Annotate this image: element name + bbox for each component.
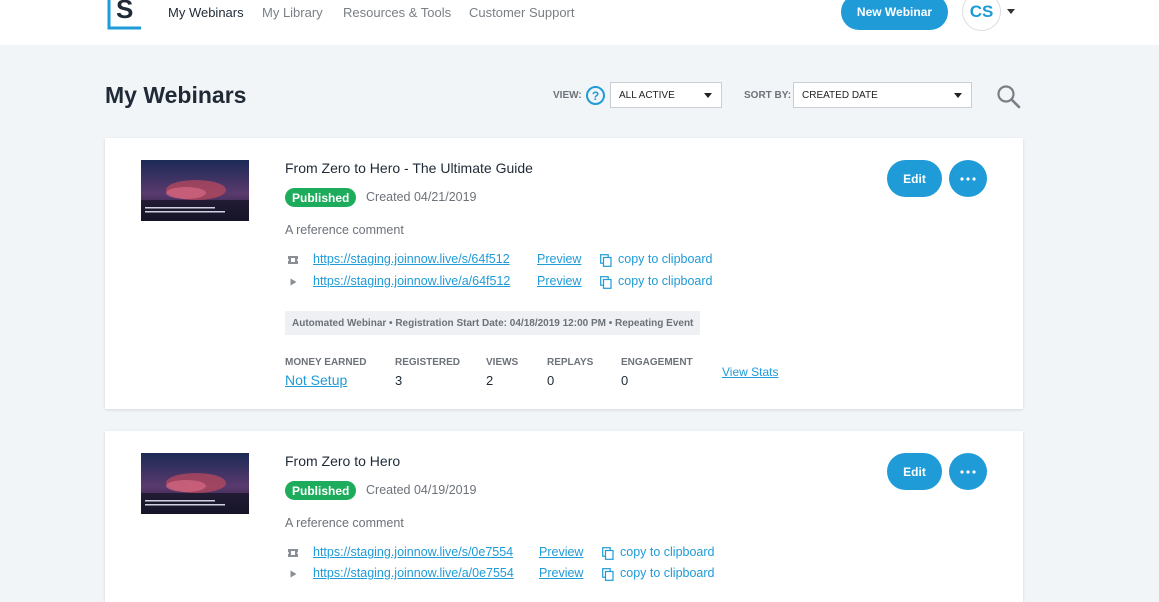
- nav-my-library[interactable]: My Library: [262, 5, 323, 20]
- ticket-icon: [288, 549, 298, 557]
- chevron-down-icon[interactable]: [1007, 9, 1015, 14]
- more-options-button[interactable]: [949, 160, 987, 197]
- svg-text:S: S: [116, 0, 133, 24]
- view-label: VIEW:: [553, 90, 582, 101]
- webinar-thumbnail[interactable]: [141, 453, 249, 514]
- copy-icon[interactable]: [600, 254, 612, 267]
- preview-link[interactable]: Preview: [537, 252, 581, 266]
- stat-label: REGISTERED: [395, 357, 461, 368]
- avatar[interactable]: CS: [962, 0, 1001, 31]
- nav-my-webinars[interactable]: My Webinars: [168, 5, 244, 20]
- play-icon: [290, 570, 297, 578]
- registered-count: 3: [395, 373, 403, 388]
- registration-link[interactable]: https://staging.joinnow.live/s/0e7554: [313, 545, 513, 559]
- nav-customer-support[interactable]: Customer Support: [469, 5, 575, 20]
- webinar-comment: A reference comment: [285, 223, 404, 237]
- edit-button[interactable]: Edit: [887, 160, 942, 197]
- search-icon[interactable]: [996, 84, 1022, 110]
- stat-label: MONEY EARNED: [285, 357, 367, 368]
- webinar-title[interactable]: From Zero to Hero - The Ultimate Guide: [285, 160, 533, 176]
- webinar-info: Automated Webinar • Registration Start D…: [285, 311, 701, 335]
- attendee-link[interactable]: https://staging.joinnow.live/a/0e7554: [313, 566, 514, 580]
- copy-to-clipboard-link[interactable]: copy to clipboard: [620, 566, 715, 580]
- stat-label: ENGAGEMENT: [621, 357, 693, 368]
- preview-link[interactable]: Preview: [537, 274, 581, 288]
- sort-select[interactable]: CREATED DATE: [793, 82, 972, 108]
- more-options-button[interactable]: [949, 453, 987, 490]
- copy-to-clipboard-link[interactable]: copy to clipboard: [618, 252, 713, 266]
- logo-s-icon[interactable]: S: [105, 0, 145, 30]
- webinar-card: From Zero to Hero - The Ultimate Guide P…: [105, 138, 1023, 409]
- money-earned-link[interactable]: Not Setup: [285, 372, 347, 388]
- question-circle-icon[interactable]: ?: [586, 86, 605, 105]
- copy-icon[interactable]: [600, 276, 612, 289]
- page-title: My Webinars: [105, 82, 247, 108]
- top-navbar: S My Webinars My Library Resources & Too…: [0, 0, 1159, 45]
- copy-to-clipboard-link[interactable]: copy to clipboard: [620, 545, 715, 559]
- created-date: Created 04/21/2019: [366, 190, 477, 204]
- sort-select-value: CREATED DATE: [802, 89, 878, 101]
- attendee-link[interactable]: https://staging.joinnow.live/a/64f512: [313, 274, 510, 288]
- nav-resources-tools[interactable]: Resources & Tools: [343, 5, 451, 20]
- chevron-down-icon: [704, 93, 712, 98]
- registration-link[interactable]: https://staging.joinnow.live/s/64f512: [313, 252, 510, 266]
- preview-link[interactable]: Preview: [539, 566, 583, 580]
- views-count: 2: [486, 373, 494, 388]
- stat-label: VIEWS: [486, 357, 519, 368]
- edit-button[interactable]: Edit: [887, 453, 942, 490]
- ellipsis-icon: [960, 469, 976, 474]
- view-select-value: ALL ACTIVE: [619, 89, 675, 101]
- sort-label: SORT BY:: [744, 90, 792, 101]
- webinar-title[interactable]: From Zero to Hero: [285, 453, 400, 469]
- new-webinar-button[interactable]: New Webinar: [841, 0, 948, 30]
- webinar-card: From Zero to Hero Published Created 04/1…: [105, 431, 1023, 602]
- ellipsis-icon: [960, 176, 976, 181]
- stat-label: REPLAYS: [547, 357, 594, 368]
- webinar-comment: A reference comment: [285, 516, 404, 530]
- status-badge: Published: [285, 188, 357, 207]
- webinar-thumbnail[interactable]: [141, 160, 249, 221]
- copy-icon[interactable]: [602, 568, 614, 581]
- created-date: Created 04/19/2019: [366, 483, 477, 497]
- view-select[interactable]: ALL ACTIVE: [610, 82, 722, 108]
- view-stats-link[interactable]: View Stats: [722, 365, 778, 379]
- engagement-count: 0: [621, 373, 629, 388]
- copy-icon[interactable]: [602, 547, 614, 560]
- status-badge: Published: [285, 481, 357, 500]
- replays-count: 0: [547, 373, 555, 388]
- play-icon: [290, 278, 297, 286]
- copy-to-clipboard-link[interactable]: copy to clipboard: [618, 274, 713, 288]
- chevron-down-icon: [954, 93, 962, 98]
- preview-link[interactable]: Preview: [539, 545, 583, 559]
- ticket-icon: [288, 256, 298, 264]
